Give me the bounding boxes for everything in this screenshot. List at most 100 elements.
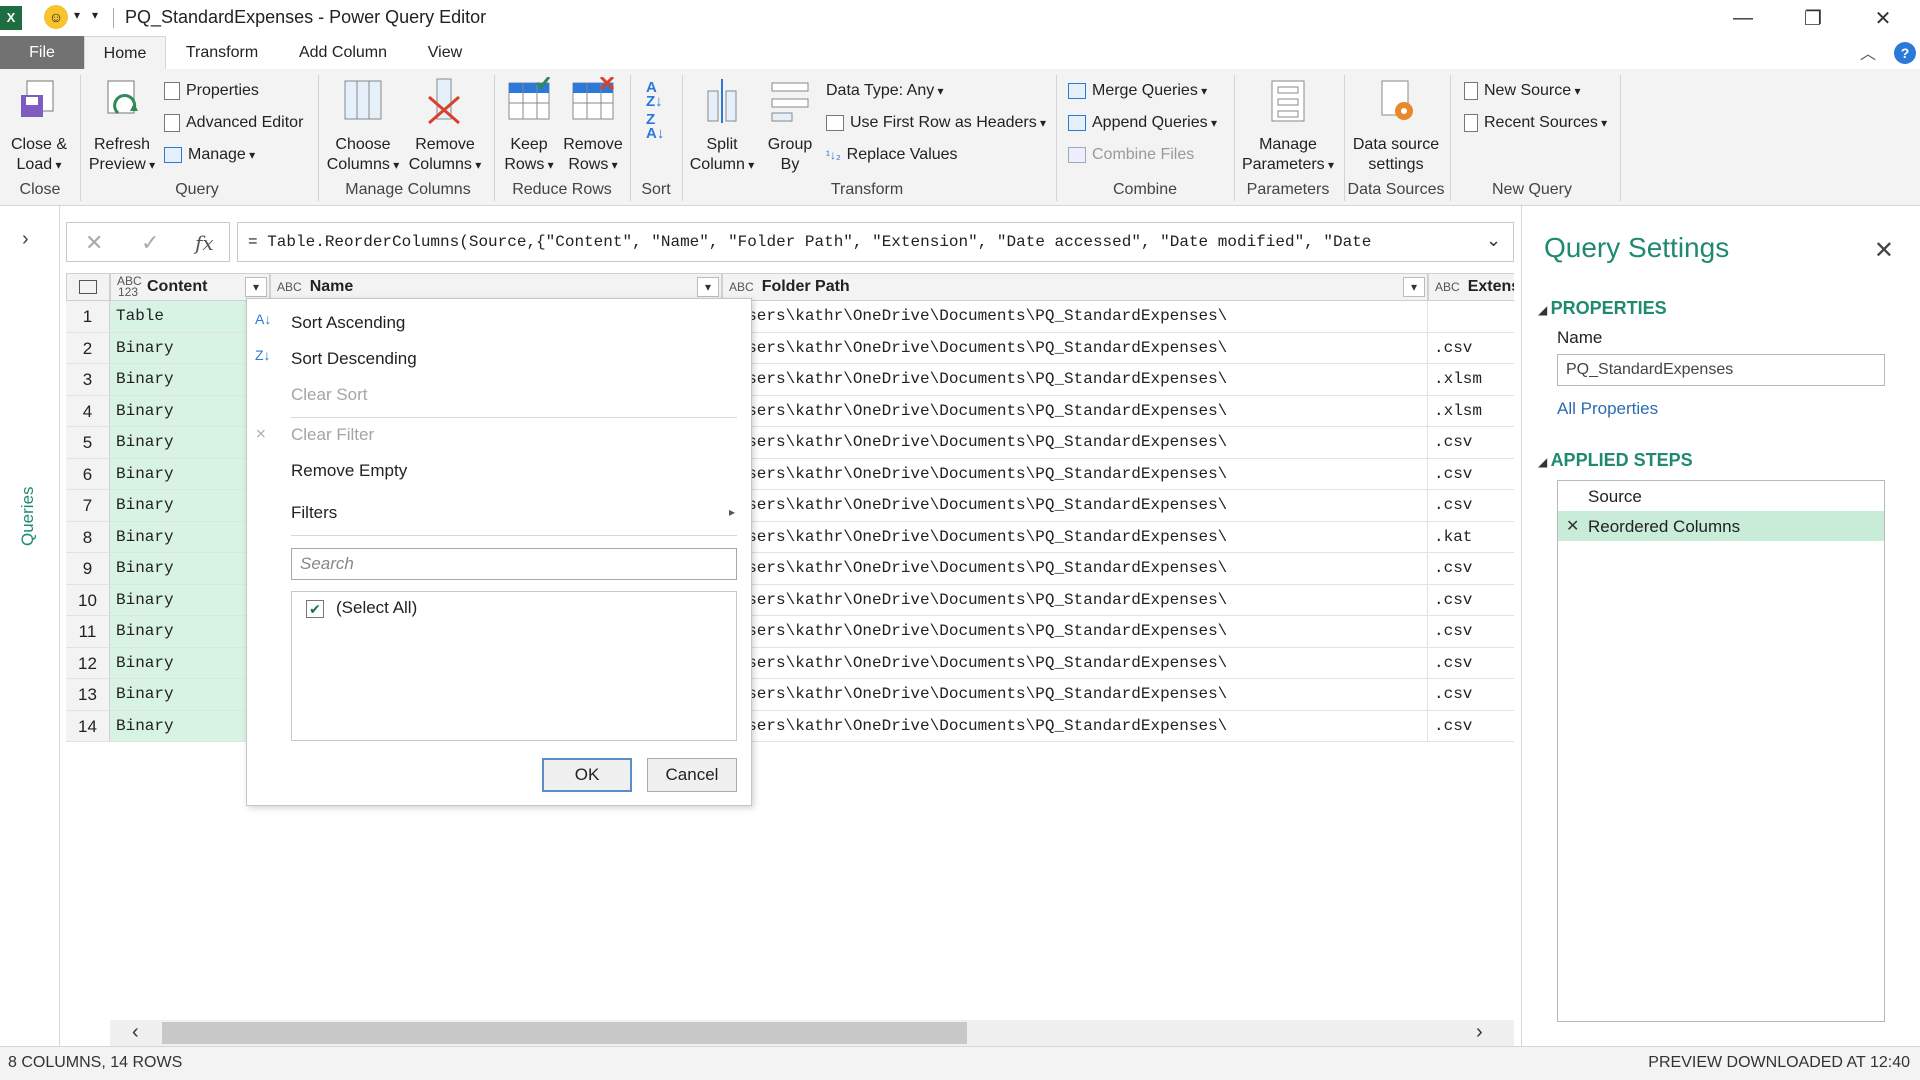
folder-path-cell[interactable]: \Users\kathr\OneDrive\Documents\PQ_Stand… xyxy=(722,679,1428,711)
fx-icon[interactable]: fx xyxy=(195,231,214,255)
column-filter-button[interactable]: ▾ xyxy=(1403,277,1425,297)
select-all-checkbox[interactable]: ✔ xyxy=(306,600,324,618)
extension-cell[interactable]: .csv xyxy=(1428,333,1514,364)
close-settings-icon[interactable]: ✕ xyxy=(1874,236,1894,265)
remove-empty-item[interactable]: Remove Empty xyxy=(291,461,407,481)
tab-transform[interactable]: Transform xyxy=(170,36,274,69)
tab-home[interactable]: Home xyxy=(84,36,166,69)
horizontal-scrollbar[interactable]: ‹ › xyxy=(110,1020,1514,1046)
row-number[interactable]: 14 xyxy=(66,710,110,742)
use-first-row-button[interactable]: Use First Row as Headers xyxy=(826,111,1046,135)
advanced-editor-button[interactable]: Advanced Editor xyxy=(164,111,303,135)
expand-formula-icon[interactable]: ⌄ xyxy=(1486,230,1501,251)
confirm-formula-icon[interactable]: ✓ xyxy=(141,230,159,256)
cancel-formula-icon[interactable]: ✕ xyxy=(85,230,103,256)
folder-path-cell[interactable]: \Users\kathr\OneDrive\Documents\PQ_Stand… xyxy=(722,458,1428,490)
folder-path-cell[interactable]: \Users\kathr\OneDrive\Documents\PQ_Stand… xyxy=(722,616,1428,648)
sort-descending-icon[interactable]: Z A↓ xyxy=(646,112,664,141)
data-type-dropdown[interactable]: Data Type: Any xyxy=(826,79,944,103)
smiley-icon[interactable]: ☺ xyxy=(44,5,68,29)
row-number[interactable]: 2 xyxy=(66,332,110,364)
step-reordered-columns[interactable]: ✕ Reordered Columns xyxy=(1558,511,1884,541)
queries-label[interactable]: Queries xyxy=(18,486,38,546)
row-number[interactable]: 5 xyxy=(66,427,110,459)
tab-add-column[interactable]: Add Column xyxy=(282,36,404,69)
row-number[interactable]: 1 xyxy=(66,301,110,333)
group-by-button[interactable]: Group By xyxy=(760,77,820,175)
sort-ascending-item[interactable]: Sort Ascending xyxy=(291,313,405,333)
extension-cell[interactable]: .csv xyxy=(1428,490,1514,522)
column-header-extension[interactable]: ABC Extens xyxy=(1428,273,1514,301)
row-number[interactable]: 7 xyxy=(66,490,110,522)
manage-parameters-button[interactable]: Manage Parameters xyxy=(1238,77,1338,175)
extension-cell[interactable] xyxy=(1428,301,1514,333)
row-number[interactable]: 4 xyxy=(66,395,110,427)
folder-path-cell[interactable]: \Users\kathr\OneDrive\Documents\PQ_Stand… xyxy=(722,710,1428,742)
column-header-content[interactable]: ABC 123 Content ▾ xyxy=(110,273,270,301)
scrollbar-thumb[interactable] xyxy=(162,1022,967,1044)
column-filter-button[interactable]: ▾ xyxy=(245,277,267,297)
column-header-name[interactable]: ABC Name ▾ xyxy=(270,273,722,301)
combine-files-button[interactable]: Combine Files xyxy=(1068,143,1194,167)
close-load-button[interactable]: Close & Load xyxy=(4,77,74,175)
cancel-button[interactable]: Cancel xyxy=(647,758,737,792)
recent-sources-button[interactable]: Recent Sources xyxy=(1464,111,1607,135)
select-all-label[interactable]: (Select All) xyxy=(336,598,417,618)
row-number[interactable]: 6 xyxy=(66,458,110,490)
folder-path-cell[interactable]: \Users\kathr\OneDrive\Documents\PQ_Stand… xyxy=(722,301,1428,333)
folder-path-cell[interactable]: \Users\kathr\OneDrive\Documents\PQ_Stand… xyxy=(722,332,1428,364)
extension-cell[interactable]: .csv xyxy=(1428,616,1514,648)
extension-cell[interactable]: .csv xyxy=(1428,553,1514,585)
row-number[interactable]: 3 xyxy=(66,364,110,396)
replace-values-button[interactable]: ¹↓₂ Replace Values xyxy=(826,143,958,167)
merge-queries-button[interactable]: Merge Queries xyxy=(1068,79,1207,103)
extension-cell[interactable]: .kat xyxy=(1428,522,1514,553)
split-column-button[interactable]: Split Column xyxy=(686,77,758,175)
row-number[interactable]: 12 xyxy=(66,647,110,679)
column-header-folder-path[interactable]: ABC Folder Path ▾ xyxy=(722,273,1428,301)
clear-filter-item[interactable]: Clear Filter xyxy=(291,425,374,445)
filter-search-input[interactable]: Search xyxy=(291,548,737,580)
collapse-ribbon-icon[interactable]: ︿ xyxy=(1860,40,1876,64)
close-icon[interactable]: ✕ xyxy=(1860,0,1906,36)
step-source[interactable]: Source xyxy=(1558,481,1884,511)
row-number[interactable]: 13 xyxy=(66,679,110,711)
folder-path-cell[interactable]: \Users\kathr\OneDrive\Documents\PQ_Stand… xyxy=(722,584,1428,616)
extension-cell[interactable]: .csv xyxy=(1428,711,1514,742)
customize-toolbar-icon[interactable]: ▾ xyxy=(92,8,98,22)
formula-input[interactable]: = Table.ReorderColumns(Source,{"Content"… xyxy=(237,222,1514,262)
ok-button[interactable]: OK xyxy=(542,758,632,792)
properties-button[interactable]: Properties xyxy=(164,79,259,103)
restore-icon[interactable]: ❐ xyxy=(1790,0,1836,36)
quick-access-dropdown-icon[interactable]: ▾ xyxy=(74,8,80,22)
keep-rows-button[interactable]: Keep Rows xyxy=(498,76,560,175)
extension-cell[interactable]: .csv xyxy=(1428,648,1514,679)
folder-path-cell[interactable]: \Users\kathr\OneDrive\Documents\PQ_Stand… xyxy=(722,647,1428,679)
folder-path-cell[interactable]: \Users\kathr\OneDrive\Documents\PQ_Stand… xyxy=(722,364,1428,396)
all-properties-link[interactable]: All Properties xyxy=(1557,399,1658,419)
applied-steps-header[interactable]: APPLIED STEPS xyxy=(1538,450,1693,471)
folder-path-cell[interactable]: \Users\kathr\OneDrive\Documents\PQ_Stand… xyxy=(722,490,1428,522)
help-icon[interactable]: ? xyxy=(1894,42,1916,64)
folder-path-cell[interactable]: \Users\kathr\OneDrive\Documents\PQ_Stand… xyxy=(722,521,1428,553)
row-number[interactable]: 8 xyxy=(66,521,110,553)
scroll-left-icon[interactable]: ‹ xyxy=(132,1021,139,1044)
clear-sort-item[interactable]: Clear Sort xyxy=(291,385,368,405)
extension-cell[interactable]: .csv xyxy=(1428,427,1514,459)
delete-step-icon[interactable]: ✕ xyxy=(1566,516,1579,536)
remove-rows-button[interactable]: Remove Rows xyxy=(560,75,626,175)
expand-queries-icon[interactable]: › xyxy=(22,228,29,251)
table-menu-header[interactable] xyxy=(66,273,110,301)
tab-view[interactable]: View xyxy=(412,36,478,69)
new-source-button[interactable]: New Source xyxy=(1464,79,1581,103)
row-number[interactable]: 10 xyxy=(66,584,110,616)
folder-path-cell[interactable]: \Users\kathr\OneDrive\Documents\PQ_Stand… xyxy=(722,395,1428,427)
folder-path-cell[interactable]: \Users\kathr\OneDrive\Documents\PQ_Stand… xyxy=(722,427,1428,459)
properties-header[interactable]: PROPERTIES xyxy=(1538,298,1667,319)
row-number[interactable]: 9 xyxy=(66,553,110,585)
sort-ascending-icon[interactable]: A Z↓ xyxy=(646,80,663,109)
minimize-icon[interactable]: — xyxy=(1720,0,1766,36)
query-name-input[interactable]: PQ_StandardExpenses xyxy=(1557,354,1885,386)
row-number[interactable]: 11 xyxy=(66,616,110,648)
append-queries-button[interactable]: Append Queries xyxy=(1068,111,1217,135)
